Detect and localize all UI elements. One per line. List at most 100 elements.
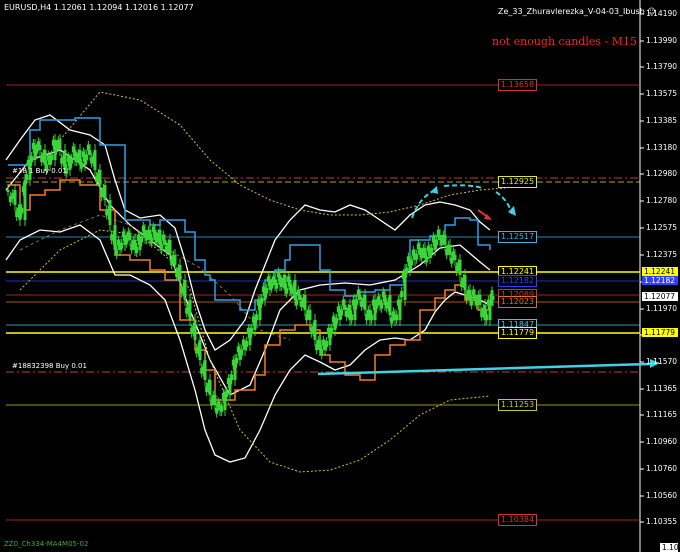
candle-body [50,154,54,161]
candle-body [441,234,445,241]
level-112182-label: 1.12182 [498,275,538,287]
candle-body [366,309,370,316]
candle-body [426,245,430,252]
level-111779-axis-tag: 1.11779 [642,328,678,337]
candle-body [386,301,390,308]
price-tick: 1.12575 [646,223,678,232]
candle-body [401,273,405,279]
candle-body [181,286,185,293]
candle-body [481,308,485,314]
candle-body [216,401,220,408]
candle-body [146,229,150,236]
candle-body [425,256,429,263]
candle-body [71,146,75,153]
candle-body [265,287,269,294]
candle-body [30,156,34,162]
candle-body [126,231,130,238]
candle-body [450,257,454,264]
candle-body [466,289,470,296]
candle-body [241,339,245,346]
candle-body [196,346,200,353]
candle-body [370,314,374,321]
candle-body [356,289,360,296]
candle-body [260,297,264,304]
price-tick: 1.13385 [646,116,678,125]
candle-body [150,237,154,244]
candle-body [431,236,435,243]
candle-body [46,154,50,161]
candle-body [461,278,465,284]
candle-body [101,188,105,194]
candle-body [400,291,404,297]
current-price-box: 1.12077 [642,292,678,301]
candle-body [235,357,239,364]
candle-body [298,295,302,300]
candle-body [135,247,139,253]
level-110384-label: 1.10384 [498,514,538,526]
candle-body [251,316,255,323]
level-112182-axis-tag: 1.12182 [642,276,678,285]
candle-body [285,287,289,294]
candle-body [81,151,85,158]
candle-body [485,314,489,321]
candle-body [321,339,325,346]
candle-body [340,309,344,316]
candle-body [256,299,260,306]
candle-body [341,299,345,306]
price-tick: 1.10760 [646,464,678,473]
candle-body [271,276,275,283]
candle-body [358,295,362,300]
level-112241-axis-tag: 1.12241 [642,267,678,276]
candle-body [456,263,460,269]
candle-body [156,233,160,239]
candle-body [421,247,425,254]
candle-body [435,239,439,246]
candle-body [396,299,400,306]
candle-body [306,309,310,316]
candle-body [325,341,329,347]
candle-body [286,276,290,283]
candle-body [20,207,24,214]
candle-body [211,394,215,401]
candle-body [111,234,115,241]
candle-body [411,249,415,256]
price-tick: 1.12980 [646,169,678,178]
candle-body [230,374,234,381]
candle-body [276,271,280,278]
candle-body [80,162,84,169]
candle-body [106,209,110,216]
candle-body [220,406,224,412]
price-tick: 1.13180 [646,143,678,152]
candle-body [438,235,442,240]
candle-body [406,256,410,263]
candle-body [240,349,244,356]
candle-body [236,346,240,353]
level-111253-label: 1.11253 [498,399,538,411]
candle-body [275,282,279,289]
candle-body [88,150,92,155]
candle-body [31,143,35,149]
candle-body [121,231,125,238]
candle-body [96,173,100,179]
candle-body [66,156,70,163]
candle-body [151,226,155,233]
candle-body [161,234,165,241]
candle-body [56,139,60,146]
candle-body [295,299,299,306]
price-tick: 1.14190 [646,9,678,18]
candle-body [246,328,250,334]
candle-body [381,291,385,298]
candle-body [136,235,140,241]
candle-body [215,407,219,414]
price-tick: 1.10355 [646,517,678,526]
level-112517-label: 1.12517 [498,231,538,243]
candle-body [125,237,129,244]
candle-body [451,251,455,258]
candle-body [489,299,493,306]
buy-order-bottom: #18832398 Buy 0.01 [12,362,87,370]
price-chart[interactable] [0,0,680,552]
candle-body [11,193,15,199]
candle-body [201,366,205,373]
candle-body [23,180,27,220]
price-tick: 1.11570 [646,357,678,366]
